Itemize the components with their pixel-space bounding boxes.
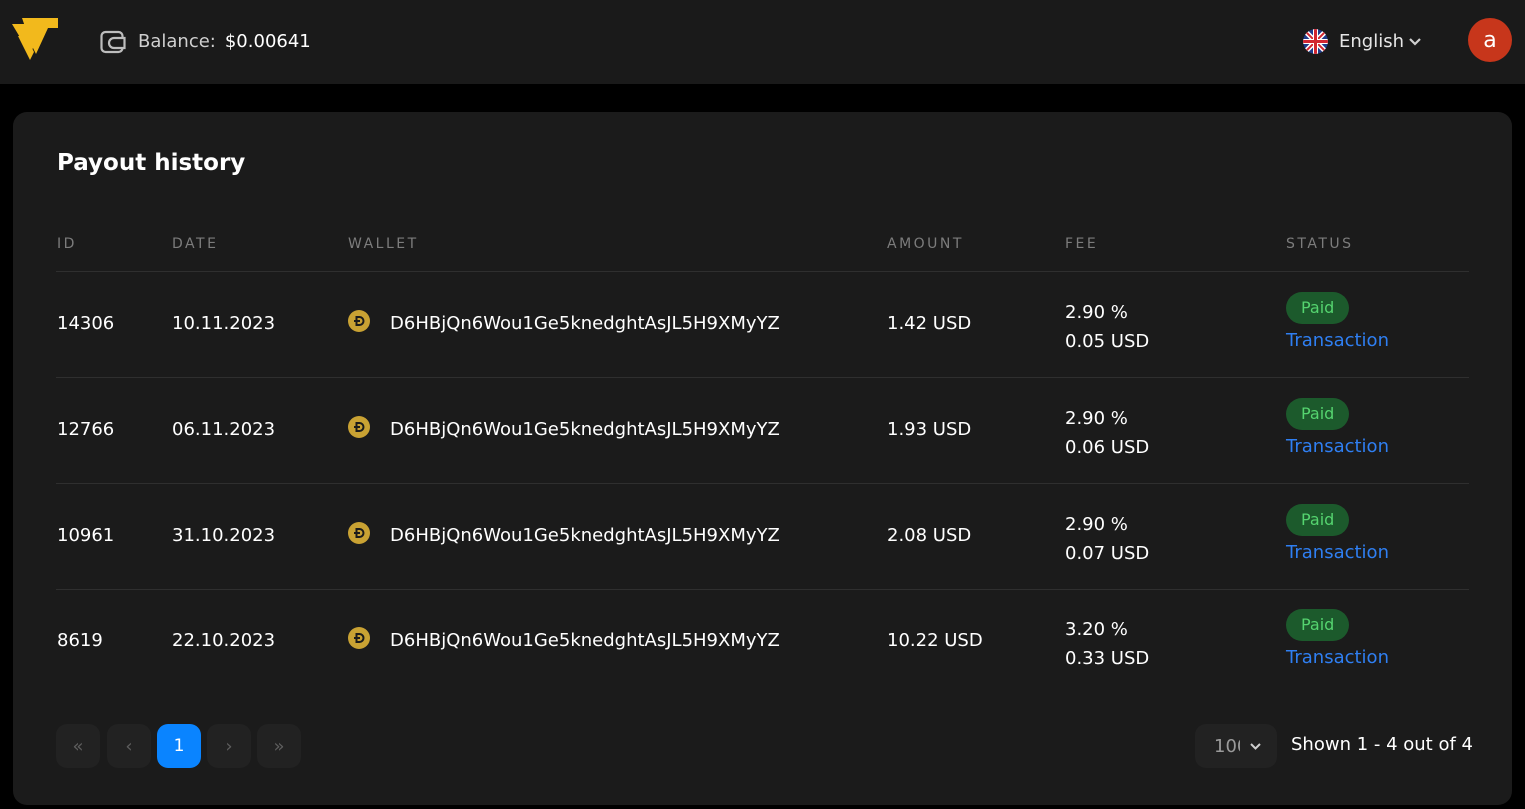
payout-wallet: D6HBjQn6Wou1Ge5knedghtAsJL5H9XMyYZ — [348, 415, 780, 440]
payout-date: 06.11.2023 — [172, 419, 276, 440]
transaction-link[interactable]: Transaction — [1286, 647, 1389, 668]
fee-percent: 3.20 % — [1065, 619, 1128, 640]
payout-status: Paid Transaction — [1286, 504, 1389, 563]
fee-amount: 0.33 USD — [1065, 648, 1150, 669]
payout-date: 10.11.2023 — [172, 313, 276, 334]
wallet-address: D6HBjQn6Wou1Ge5knedghtAsJL5H9XMyYZ — [390, 525, 780, 546]
fee-percent: 2.90 % — [1065, 514, 1128, 535]
top-bar: Balance: $0.00641 English a — [0, 0, 1525, 84]
table-header: ID DATE WALLET AMOUNT FEE STATUS — [56, 222, 1469, 272]
dogecoin-icon — [348, 309, 370, 332]
dogecoin-icon — [348, 521, 370, 544]
balance-label: Balance: — [138, 30, 216, 52]
wallet-address: D6HBjQn6Wou1Ge5knedghtAsJL5H9XMyYZ — [390, 419, 780, 440]
transaction-link[interactable]: Transaction — [1286, 542, 1389, 563]
payout-amount: 2.08 USD — [887, 525, 972, 546]
payout-amount: 1.42 USD — [887, 313, 972, 334]
status-badge: Paid — [1286, 609, 1350, 641]
dogecoin-icon — [348, 626, 370, 649]
page-title: Payout history — [57, 150, 246, 176]
payout-wallet: D6HBjQn6Wou1Ge5knedghtAsJL5H9XMyYZ — [348, 521, 780, 546]
wallet-address: D6HBjQn6Wou1Ge5knedghtAsJL5H9XMyYZ — [390, 313, 780, 334]
transaction-link[interactable]: Transaction — [1286, 330, 1389, 351]
per-page-select[interactable]: 100 — [1195, 724, 1277, 768]
payout-fee: 3.20 % 0.33 USD — [1065, 615, 1149, 673]
chevron-down-icon — [1409, 38, 1421, 46]
wallet-icon — [100, 30, 126, 53]
next-page-button[interactable]: › — [207, 724, 251, 768]
payout-wallet: D6HBjQn6Wou1Ge5knedghtAsJL5H9XMyYZ — [348, 309, 780, 334]
language-label: English — [1339, 30, 1404, 52]
fee-amount: 0.06 USD — [1065, 437, 1150, 458]
status-badge: Paid — [1286, 398, 1350, 430]
payout-history-card: Payout history ID DATE WALLET AMOUNT FEE… — [13, 112, 1512, 805]
page-button-1[interactable]: 1 — [157, 724, 201, 768]
payout-id: 14306 — [57, 313, 115, 334]
dogecoin-icon — [348, 415, 370, 438]
payout-id: 10961 — [57, 525, 115, 546]
payout-id: 12766 — [57, 419, 115, 440]
last-page-button[interactable]: » — [257, 724, 301, 768]
brand-logo-icon[interactable] — [12, 18, 58, 60]
payout-status: Paid Transaction — [1286, 398, 1389, 457]
table-row: 14306 10.11.2023 D6HBjQn6Wou1Ge5knedghtA… — [56, 272, 1469, 378]
per-page-value: 100 — [1214, 735, 1240, 757]
column-header-wallet: WALLET — [348, 236, 419, 252]
language-selector[interactable]: English — [1303, 27, 1422, 55]
payout-id: 8619 — [57, 630, 103, 651]
column-header-id: ID — [57, 236, 77, 252]
payout-date: 31.10.2023 — [172, 525, 276, 546]
fee-amount: 0.05 USD — [1065, 331, 1150, 352]
payout-status: Paid Transaction — [1286, 609, 1389, 668]
payout-fee: 2.90 % 0.05 USD — [1065, 298, 1149, 356]
fee-amount: 0.07 USD — [1065, 543, 1150, 564]
transaction-link[interactable]: Transaction — [1286, 436, 1389, 457]
uk-flag-icon — [1303, 28, 1328, 54]
payout-fee: 2.90 % 0.06 USD — [1065, 404, 1149, 462]
column-header-date: DATE — [172, 236, 219, 252]
prev-page-button[interactable]: ‹ — [107, 724, 151, 768]
user-avatar[interactable]: a — [1468, 18, 1512, 62]
payout-amount: 10.22 USD — [887, 630, 983, 651]
status-badge: Paid — [1286, 504, 1350, 536]
payout-fee: 2.90 % 0.07 USD — [1065, 510, 1149, 568]
fee-percent: 2.90 % — [1065, 302, 1128, 323]
chevron-down-icon — [1250, 742, 1261, 750]
payout-status: Paid Transaction — [1286, 292, 1389, 351]
status-badge: Paid — [1286, 292, 1350, 324]
table-row: 10961 31.10.2023 D6HBjQn6Wou1Ge5knedghtA… — [56, 484, 1469, 590]
balance-value: $0.00641 — [224, 30, 311, 52]
pagination-summary: Shown 1 - 4 out of 4 — [1291, 734, 1473, 755]
column-header-fee: FEE — [1065, 236, 1099, 252]
table-row: 12766 06.11.2023 D6HBjQn6Wou1Ge5knedghtA… — [56, 378, 1469, 484]
fee-percent: 2.90 % — [1065, 408, 1128, 429]
payout-wallet: D6HBjQn6Wou1Ge5knedghtAsJL5H9XMyYZ — [348, 626, 780, 651]
table-row: 8619 22.10.2023 D6HBjQn6Wou1Ge5knedghtAs… — [56, 589, 1469, 695]
column-header-amount: AMOUNT — [887, 236, 964, 252]
wallet-address: D6HBjQn6Wou1Ge5knedghtAsJL5H9XMyYZ — [390, 630, 780, 651]
column-header-status: STATUS — [1286, 236, 1354, 252]
first-page-button[interactable]: « — [56, 724, 100, 768]
balance-display: Balance: $0.00641 — [100, 27, 311, 55]
payout-amount: 1.93 USD — [887, 419, 972, 440]
payout-date: 22.10.2023 — [172, 630, 276, 651]
